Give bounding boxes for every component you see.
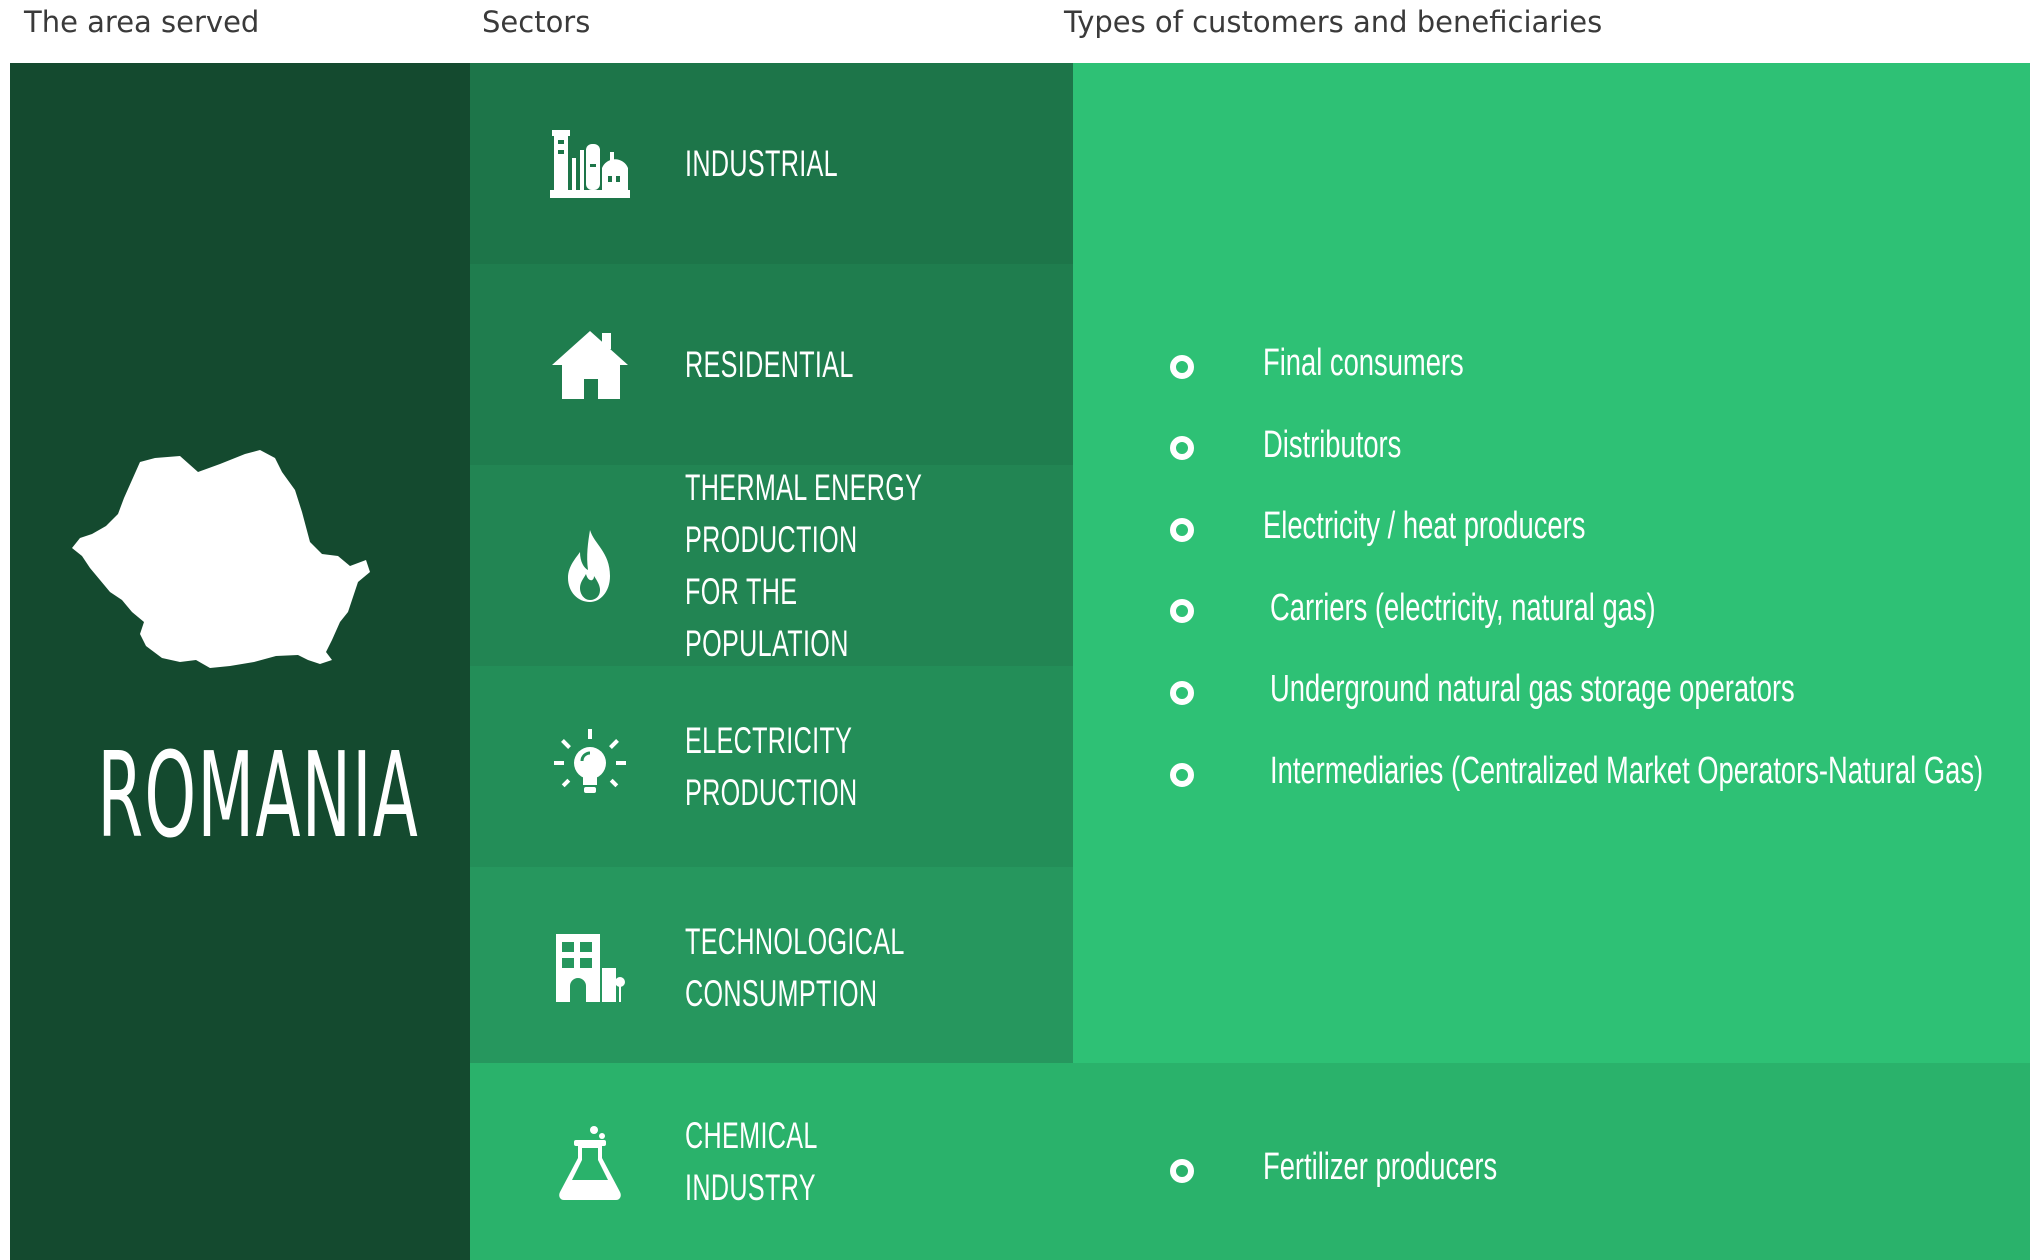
customer-type: Final consumers [1263, 342, 1464, 384]
customer-type: Underground natural gas storage operator… [1270, 668, 1795, 710]
bullet-icon [1170, 763, 1194, 787]
bullet-icon [1170, 355, 1194, 379]
customer-type: Carriers (electricity, natural gas) [1270, 587, 1656, 629]
sector-label: INDUSTRIAL [685, 142, 838, 184]
sector-thermal-energy: THERMAL ENERGY PRODUCTION FOR THE POPULA… [470, 465, 1073, 666]
sector-label: TECHNOLOGICAL CONSUMPTION [685, 920, 904, 1014]
country-name: ROMANIA [97, 726, 420, 864]
bullet-icon [1170, 599, 1194, 623]
sector-chemical-industry: CHEMICAL INDUSTRY [470, 1063, 1073, 1260]
bullet-icon [1170, 518, 1194, 542]
customer-type: Fertilizer producers [1263, 1146, 1498, 1188]
flame-icon [568, 529, 610, 602]
sector-industrial: INDUSTRIAL [470, 63, 1073, 264]
customer-type: Intermediaries (Centralized Market Opera… [1270, 750, 1984, 792]
bullet-icon [1170, 1159, 1194, 1183]
sector-technological-consumption: TECHNOLOGICAL CONSUMPTION [470, 867, 1073, 1068]
romania-map-icon [72, 450, 370, 668]
sector-label: CHEMICAL INDUSTRY [685, 1114, 817, 1208]
house-icon [552, 330, 628, 399]
sector-electricity: ELECTRICITY PRODUCTION [470, 666, 1073, 867]
building-icon [556, 933, 625, 1002]
customers-panel [1073, 63, 2030, 1063]
sector-residential: RESIDENTIAL [470, 264, 1073, 465]
factory-icon [550, 129, 630, 198]
customer-type: Distributors [1263, 424, 1402, 466]
sector-label: ELECTRICITY PRODUCTION [685, 719, 858, 813]
sector-label: RESIDENTIAL [685, 343, 854, 385]
customer-type: Electricity / heat producers [1263, 505, 1586, 547]
customers-header: Types of customers and beneficiaries [1064, 5, 1603, 39]
bullet-icon [1170, 681, 1194, 705]
sectors-header: Sectors [482, 5, 591, 39]
area-served-header: The area served [24, 5, 260, 39]
lightbulb-icon [554, 728, 626, 793]
flask-icon [559, 1125, 621, 1200]
sector-label: THERMAL ENERGY PRODUCTION FOR THE POPULA… [685, 466, 922, 664]
bullet-icon [1170, 436, 1194, 460]
